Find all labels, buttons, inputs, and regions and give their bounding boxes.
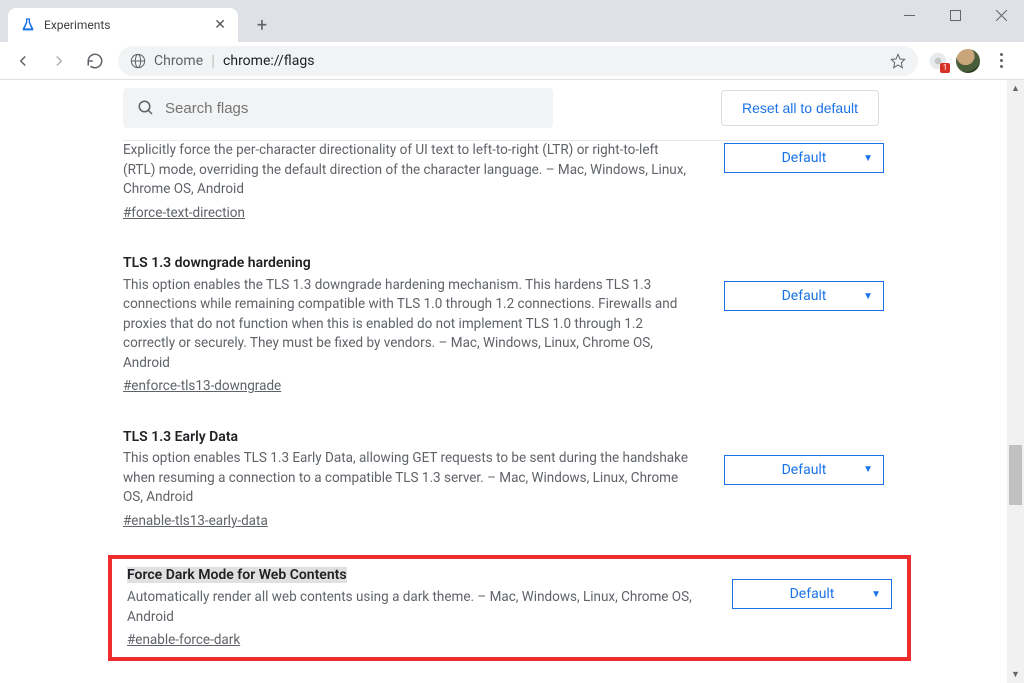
flag-item: Explicitly force the per-character direc… — [123, 141, 884, 247]
chevron-down-icon: ▼ — [863, 464, 873, 475]
maximize-icon[interactable] — [932, 0, 978, 30]
flag-dropdown[interactable]: Default ▼ — [732, 579, 892, 609]
omnibox-separator: | — [211, 51, 215, 70]
flag-dropdown[interactable]: Default ▼ — [724, 281, 884, 311]
flag-anchor[interactable]: #enable-tls13-early-data — [123, 513, 268, 529]
flag-anchor[interactable]: #force-text-direction — [123, 205, 245, 221]
flag-title: TLS 1.3 downgrade hardening — [123, 253, 692, 273]
omnibox-url: chrome://flags — [223, 53, 882, 69]
browser-tab[interactable]: Experiments ✕ — [8, 8, 238, 42]
chevron-down-icon: ▼ — [871, 589, 881, 600]
flag-item: Force Dark Mode for Web Contents Automat… — [127, 565, 892, 650]
flag-description: This option enables TLS 1.3 Early Data, … — [123, 449, 692, 508]
new-tab-button[interactable]: + — [248, 11, 276, 39]
flag-dropdown[interactable]: Default ▼ — [724, 455, 884, 485]
scrollbar[interactable]: ▲ ▼ — [1007, 80, 1024, 683]
flag-value: Default — [782, 150, 827, 166]
flag-title: TLS 1.3 Early Data — [123, 427, 692, 447]
flask-icon — [20, 17, 36, 33]
flags-topbar: Reset all to default — [123, 80, 879, 136]
back-button[interactable] — [6, 46, 40, 76]
flag-value: Default — [782, 462, 827, 478]
reload-button[interactable] — [78, 46, 112, 76]
flag-description: Explicitly force the per-character direc… — [123, 141, 692, 200]
extension-icon[interactable]: 1 — [924, 47, 952, 75]
chevron-down-icon: ▼ — [863, 291, 873, 302]
minimize-icon[interactable] — [886, 0, 932, 30]
omnibox-label: Chrome — [154, 53, 203, 69]
site-info-icon[interactable] — [130, 53, 146, 69]
highlighted-flag: Force Dark Mode for Web Contents Automat… — [108, 555, 911, 660]
search-box[interactable] — [123, 88, 553, 128]
flag-description: This option enables the TLS 1.3 downgrad… — [123, 276, 692, 374]
close-window-icon[interactable] — [978, 0, 1024, 30]
close-icon[interactable]: ✕ — [214, 17, 226, 33]
reset-all-button[interactable]: Reset all to default — [721, 90, 879, 126]
bookmark-icon[interactable] — [890, 53, 906, 69]
extension-badge: 1 — [940, 63, 950, 73]
titlebar: Experiments ✕ + — [0, 0, 1024, 42]
flag-description: Automatically render all web contents us… — [127, 588, 700, 627]
flags-list: Explicitly force the per-character direc… — [123, 141, 884, 555]
window-controls — [886, 0, 1024, 30]
flag-item: TLS 1.3 Early Data This option enables T… — [123, 421, 884, 556]
scroll-up-icon[interactable]: ▲ — [1007, 80, 1024, 97]
search-input[interactable] — [165, 100, 539, 117]
flag-value: Default — [790, 586, 835, 602]
toolbar: Chrome | chrome://flags 1 — [0, 42, 1024, 80]
flag-title: Force Dark Mode for Web Contents — [127, 567, 347, 583]
flag-anchor[interactable]: #enforce-tls13-downgrade — [123, 378, 281, 394]
flag-anchor[interactable]: #enable-force-dark — [127, 632, 240, 648]
page-content: Reset all to default Explicitly force th… — [0, 80, 1007, 683]
forward-button[interactable] — [42, 46, 76, 76]
search-icon — [137, 99, 155, 117]
tab-title: Experiments — [44, 18, 206, 32]
flag-dropdown[interactable]: Default ▼ — [724, 143, 884, 173]
omnibox[interactable]: Chrome | chrome://flags — [118, 46, 918, 76]
scrollbar-thumb[interactable] — [1009, 445, 1022, 505]
flag-value: Default — [782, 288, 827, 304]
flag-item: TLS 1.3 downgrade hardening This option … — [123, 247, 884, 421]
profile-avatar[interactable] — [954, 47, 982, 75]
menu-button[interactable] — [984, 46, 1018, 76]
scroll-down-icon[interactable]: ▼ — [1007, 666, 1024, 683]
chevron-down-icon: ▼ — [863, 153, 873, 164]
